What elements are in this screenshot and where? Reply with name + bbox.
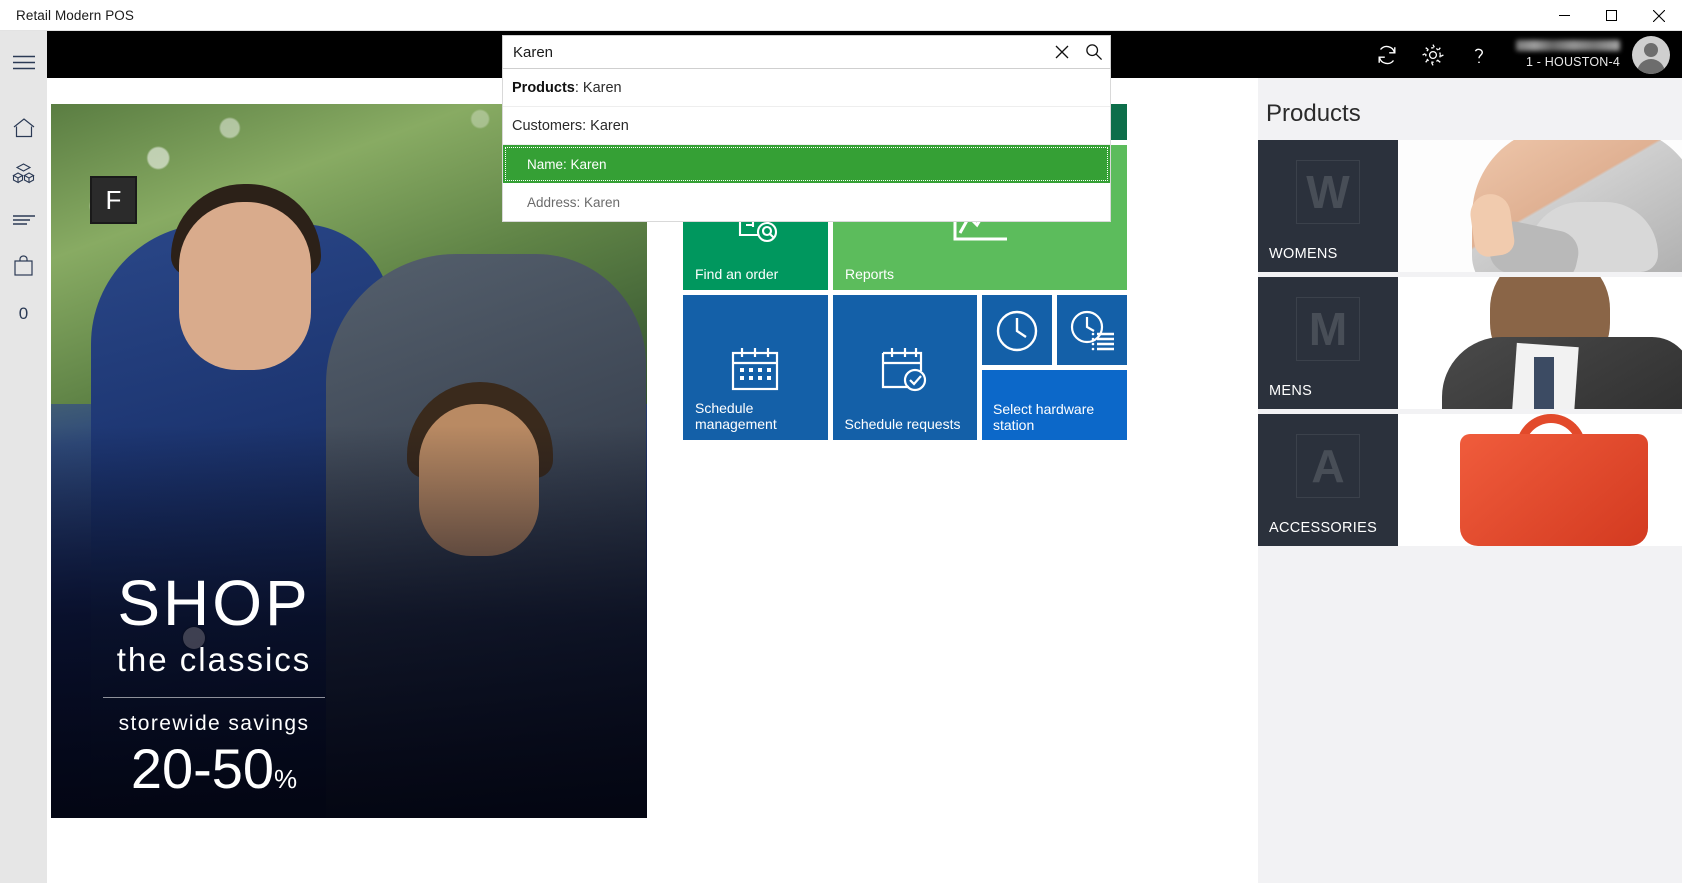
product-category-row[interactable]: M MENS [1258, 277, 1682, 409]
tile-label-line1: Select hardware [993, 400, 1095, 417]
tile-label-line2: station [993, 416, 1035, 433]
avatar-head [1644, 42, 1658, 57]
calendar-check-icon [833, 345, 978, 395]
maximize-button[interactable] [1588, 0, 1635, 31]
suggestion-products[interactable]: Products: Karen [503, 69, 1110, 107]
avatar-body [1637, 58, 1665, 74]
suggestion-prefix: Customers [512, 117, 583, 134]
product-category-mens[interactable]: M MENS [1258, 277, 1398, 409]
products-heading: Products [1266, 100, 1361, 127]
tile-schedule-management[interactable]: Schedule management [683, 295, 828, 440]
handbag-body [1460, 434, 1648, 546]
promo-savings-text: storewide savings [118, 712, 310, 736]
category-name: ACCESSORIES [1269, 520, 1378, 536]
sidebar-item-cart[interactable] [0, 245, 47, 291]
promo-headline: SHOP [117, 567, 311, 640]
tile-row-3: Schedule management Schedule requests Se… [683, 295, 1127, 440]
top-bar-actions: 1 - HOUSTON-4 [1364, 31, 1674, 78]
tile-label: Schedule management [695, 400, 777, 432]
tile-label: Select hardware station [993, 401, 1094, 433]
product-category-image-mens[interactable] [1398, 277, 1682, 409]
hamburger-menu-icon[interactable] [0, 39, 47, 85]
category-name: MENS [1269, 383, 1313, 399]
category-letter: W [1296, 160, 1360, 224]
tile-schedule-requests[interactable]: Schedule requests [832, 295, 978, 440]
list-lines-icon [12, 213, 35, 231]
product-category-image-womens[interactable] [1398, 140, 1682, 272]
suggestion-customer-name[interactable]: Name: Karen [503, 145, 1110, 183]
tile-select-hardware-station[interactable]: Select hardware station [982, 370, 1127, 440]
promo-subheadline: the classics [116, 641, 312, 679]
suggestion-text: : Karen [582, 117, 629, 134]
suggestion-text: : Karen [574, 79, 622, 96]
user-name-blurred [1516, 40, 1620, 51]
sidebar-item-home[interactable] [0, 107, 47, 153]
tile-time-clock-entries[interactable] [1057, 295, 1127, 365]
gear-icon[interactable] [1410, 31, 1456, 78]
cart-item-count: 0 [18, 304, 29, 323]
clock-icon [982, 307, 1052, 355]
boxes-icon [12, 163, 35, 189]
tile-label: Schedule requests [844, 415, 961, 432]
sync-icon[interactable] [1364, 31, 1410, 78]
products-panel: Products W WOMENS M MENS A ACCESSORIES [1258, 78, 1682, 883]
clock-list-icon [1057, 308, 1127, 354]
window-title: Retail Modern POS [16, 7, 134, 23]
tile-label: Find an order [695, 265, 779, 282]
window-controls [1541, 0, 1682, 31]
search-overlay: Products: Karen Customers: Karen Name: K… [502, 35, 1111, 222]
product-category-womens[interactable]: W WOMENS [1258, 140, 1398, 272]
category-letter: M [1296, 297, 1360, 361]
category-letter: A [1296, 434, 1360, 498]
promo-text-block: SHOP the classics storewide savings 20-5… [99, 571, 329, 800]
search-suggestions: Products: Karen Customers: Karen Name: K… [502, 69, 1111, 222]
tile-label-line1: Schedule [695, 399, 754, 416]
tile-stack-right: Select hardware station [982, 295, 1127, 440]
clear-search-icon[interactable] [1046, 36, 1078, 68]
left-navigation-rail: 0 [0, 31, 47, 883]
clock-tile-row [982, 295, 1127, 365]
shopping-bag-icon [14, 255, 33, 281]
promo-discount-unit: % [274, 764, 298, 795]
avatar[interactable] [1632, 35, 1670, 74]
promo-badge: F [90, 176, 137, 224]
tile-label-line2: management [695, 415, 777, 432]
suggestion-customer-address[interactable]: Address: Karen [503, 183, 1110, 221]
search-input[interactable] [503, 36, 1046, 68]
calendar-icon [683, 345, 828, 395]
search-icon[interactable] [1078, 36, 1110, 68]
promo-discount: 20-50% [99, 738, 329, 800]
home-icon [13, 117, 35, 143]
help-icon[interactable] [1456, 31, 1502, 78]
promo-divider [103, 697, 325, 699]
product-category-row[interactable]: W WOMENS [1258, 140, 1682, 272]
product-category-accessories[interactable]: A ACCESSORIES [1258, 414, 1398, 546]
tile-time-clock[interactable] [982, 295, 1052, 365]
sidebar-item-products[interactable] [0, 153, 47, 199]
suggestion-text: Name: Karen [527, 156, 607, 172]
sidebar-item-transactions[interactable] [0, 199, 47, 245]
store-register-label: 1 - HOUSTON-4 [1525, 55, 1620, 69]
suggestion-customers[interactable]: Customers: Karen [503, 107, 1110, 145]
close-button[interactable] [1635, 0, 1682, 31]
product-category-image-accessories[interactable] [1398, 414, 1682, 546]
search-box[interactable] [502, 35, 1111, 69]
window-titlebar: Retail Modern POS [0, 0, 1682, 31]
promo-discount-value: 20-50 [130, 737, 275, 801]
suggestion-text: Address: Karen [527, 194, 621, 210]
user-info[interactable]: 1 - HOUSTON-4 [1502, 31, 1632, 78]
model-tie [1534, 357, 1554, 409]
tile-label: Reports [845, 265, 895, 282]
minimize-button[interactable] [1541, 0, 1588, 31]
category-name: WOMENS [1269, 246, 1338, 262]
suggestion-prefix: Products [512, 79, 575, 96]
product-category-row[interactable]: A ACCESSORIES [1258, 414, 1682, 546]
